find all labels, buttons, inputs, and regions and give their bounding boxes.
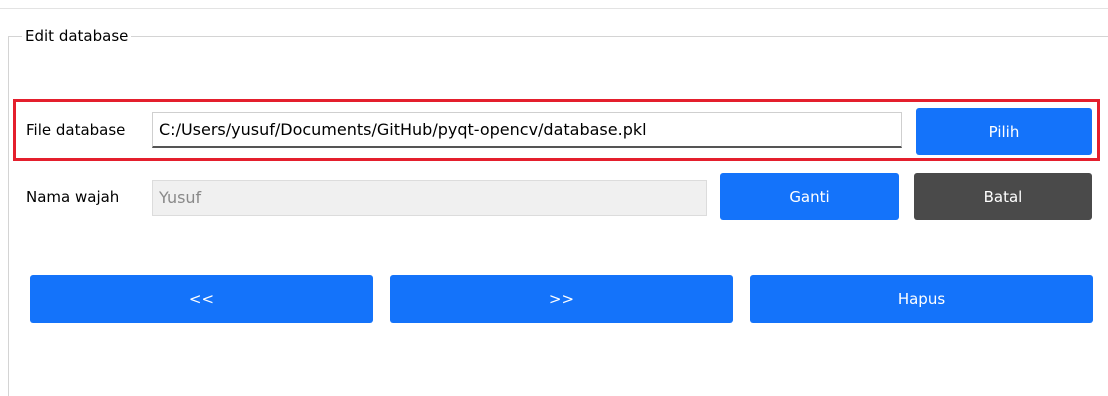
file-database-value: C:/Users/yusuf/Documents/GitHub/pyqt-ope… (159, 119, 647, 139)
batal-button[interactable]: Batal (914, 173, 1092, 220)
pilih-button[interactable]: Pilih (916, 108, 1092, 155)
ganti-button[interactable]: Ganti (720, 173, 899, 220)
nama-wajah-value: Yusuf (159, 188, 202, 207)
file-database-label: File database (26, 121, 126, 139)
top-divider (0, 8, 1108, 9)
nama-wajah-field[interactable]: Yusuf (152, 180, 707, 216)
file-database-field[interactable]: C:/Users/yusuf/Documents/GitHub/pyqt-ope… (152, 112, 902, 148)
groupbox-title: Edit database (22, 26, 132, 46)
hapus-button[interactable]: Hapus (750, 275, 1093, 323)
next-button[interactable]: >> (390, 275, 733, 323)
previous-button[interactable]: << (30, 275, 373, 323)
nama-wajah-label: Nama wajah (26, 188, 120, 206)
